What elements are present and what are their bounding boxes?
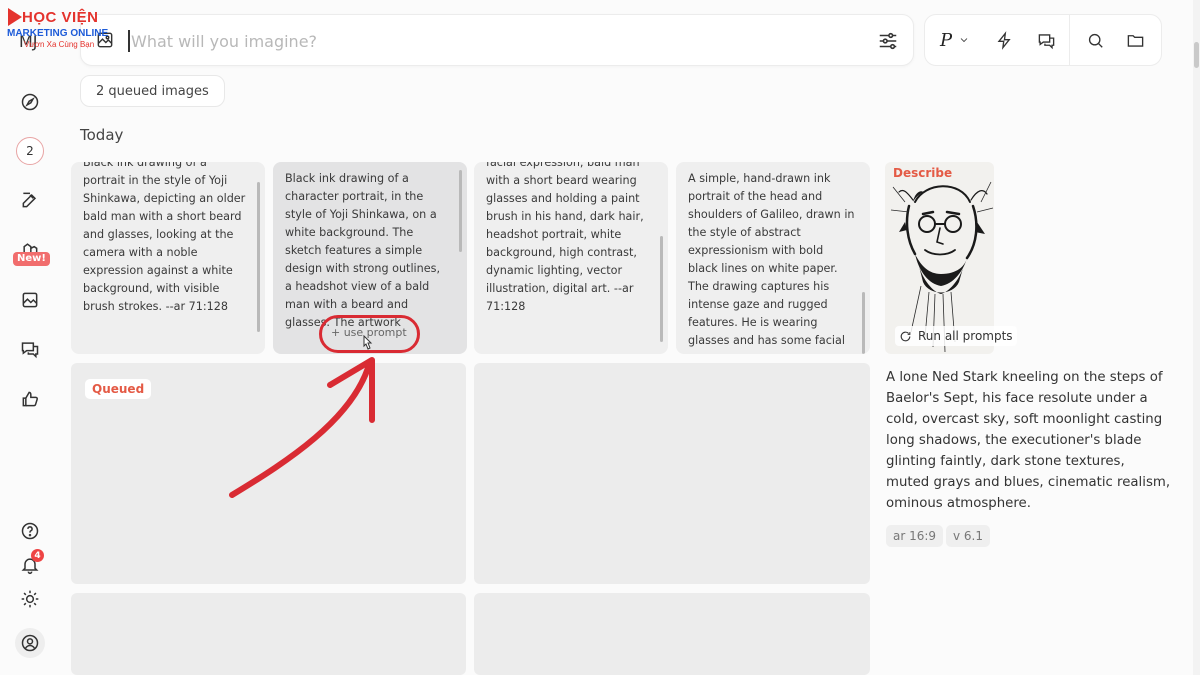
lightning-icon	[997, 30, 1011, 50]
refresh-icon	[900, 331, 911, 341]
speed-button[interactable]	[985, 15, 1023, 65]
mouse-cursor-icon	[363, 335, 373, 350]
search-icon	[1088, 33, 1103, 48]
user-icon	[21, 634, 39, 652]
edit-icon	[22, 192, 37, 208]
prompt-card-1[interactable]: Black ink drawing of a portrait in the s…	[71, 162, 265, 354]
settings-button[interactable]	[877, 30, 899, 56]
new-badge: New!	[13, 252, 50, 266]
thumbs-up-icon	[22, 391, 38, 407]
queued-images-pill[interactable]: 2 queued images	[80, 75, 225, 107]
theme-toggle-button[interactable]	[14, 583, 46, 615]
sun-icon	[21, 590, 39, 608]
help-button[interactable]	[14, 515, 46, 547]
image-icon	[22, 292, 38, 308]
edit-button[interactable]	[14, 184, 46, 216]
prompt-card-text-top: facial expression, bald man	[486, 162, 640, 169]
prompt-card-text: portrait in the style of Yoji Shinkawa, …	[83, 174, 246, 313]
create-queue-button[interactable]: 2	[14, 135, 46, 167]
watermark-line-3: Vươn Xa Cùng Bạn	[24, 40, 95, 49]
chat-bubbles-icon	[1038, 33, 1054, 49]
watermark-logo: HỌC VIỆN MARKETING ONLINE Vươn Xa Cùng B…	[6, 8, 116, 54]
rank-button[interactable]	[14, 383, 46, 415]
gallery-button[interactable]	[14, 284, 46, 316]
chat-mode-button[interactable]	[1023, 15, 1069, 65]
left-sidebar: 2 New! 4	[0, 0, 60, 675]
watermark-line-2: MARKETING ONLINE	[7, 28, 109, 39]
prompt-input[interactable]	[131, 27, 831, 55]
prompt-card-text-top: Black ink drawing of a	[83, 162, 207, 169]
personalize-label: P	[939, 29, 953, 51]
queued-image-placeholder[interactable]	[474, 363, 870, 584]
explore-button[interactable]	[14, 86, 46, 118]
notifications-button[interactable]: 4	[14, 549, 46, 581]
image-placeholder[interactable]	[474, 593, 870, 675]
prompt-card-text: Black ink drawing of a character portrai…	[285, 172, 441, 275]
run-all-prompts-button[interactable]: Run all prompts	[895, 326, 1017, 346]
imagine-bar: MJ	[19, 14, 914, 66]
scrollbar[interactable]	[257, 182, 260, 332]
folder-button[interactable]	[1120, 15, 1150, 65]
personalize-dropdown[interactable]: P	[925, 15, 985, 65]
prompt-card-text: with a short beard wearing glasses and h…	[486, 174, 644, 313]
page-scrollbar[interactable]	[1193, 0, 1200, 675]
section-title: Today	[80, 126, 124, 144]
chat-icon	[21, 342, 39, 359]
queued-image-placeholder[interactable]: Queued	[71, 363, 466, 584]
describe-prompt-text[interactable]: A lone Ned Stark kneeling on the steps o…	[886, 367, 1172, 514]
watermark-line-1: HỌC VIỆN	[22, 9, 99, 26]
notification-count-badge: 4	[31, 549, 44, 562]
account-button[interactable]	[14, 627, 46, 659]
compass-icon	[21, 93, 39, 111]
scrollbar-thumb[interactable]	[1194, 42, 1199, 68]
aspect-ratio-chip[interactable]: ar 16:9	[886, 525, 944, 547]
scrollbar[interactable]	[459, 170, 462, 252]
scrollbar[interactable]	[660, 236, 663, 342]
version-chip[interactable]: v 6.1	[946, 525, 990, 547]
sliders-icon	[879, 32, 897, 50]
image-placeholder[interactable]	[71, 593, 466, 675]
prompt-card-4[interactable]: A simple, hand-drawn ink portrait of the…	[676, 162, 870, 354]
avatar	[15, 628, 45, 658]
prompt-card-3[interactable]: facial expression, bald man with a short…	[474, 162, 668, 354]
text-caret	[128, 30, 130, 52]
chat-button[interactable]	[14, 333, 46, 365]
folder-icon	[1127, 34, 1143, 47]
run-all-label: Run all prompts	[918, 329, 1013, 343]
play-triangle-icon	[8, 8, 22, 26]
help-icon	[21, 522, 39, 540]
queued-badge: Queued	[85, 379, 152, 399]
top-toolbar: P	[924, 14, 1162, 66]
queue-count: 2	[16, 137, 44, 165]
prompt-card-text: A simple, hand-drawn ink portrait of the…	[688, 172, 855, 347]
scrollbar[interactable]	[862, 292, 865, 354]
search-button[interactable]	[1070, 15, 1120, 65]
chevron-down-icon	[960, 38, 968, 43]
